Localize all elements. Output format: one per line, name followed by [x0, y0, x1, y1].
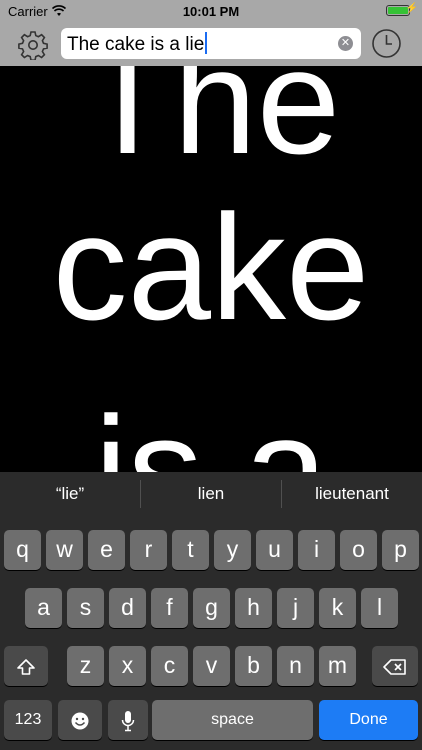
- clear-icon[interactable]: ✕: [338, 36, 353, 51]
- text-input-value: The cake is a lie: [67, 34, 205, 55]
- charging-icon: ⚡: [405, 3, 418, 14]
- key-r[interactable]: r: [130, 530, 167, 570]
- key-l[interactable]: l: [361, 588, 398, 628]
- key-u[interactable]: u: [256, 530, 293, 570]
- suggestion-item[interactable]: lien: [141, 472, 281, 516]
- key-z[interactable]: z: [67, 646, 104, 686]
- key-g[interactable]: g: [193, 588, 230, 628]
- done-button[interactable]: Done: [319, 700, 418, 740]
- shift-key[interactable]: [4, 646, 48, 686]
- big-text-display: The cake is a: [0, 66, 422, 476]
- key-j[interactable]: j: [277, 588, 314, 628]
- key-t[interactable]: t: [172, 530, 209, 570]
- text-caret: [205, 32, 208, 54]
- keyboard: q w e r t y u i o p a s d f g h j k l z …: [0, 516, 422, 750]
- microphone-icon: [121, 710, 135, 732]
- key-n[interactable]: n: [277, 646, 314, 686]
- display-line-2: cake: [52, 183, 370, 351]
- key-x[interactable]: x: [109, 646, 146, 686]
- key-f[interactable]: f: [151, 588, 188, 628]
- key-o[interactable]: o: [340, 530, 377, 570]
- suggestion-item[interactable]: lieutenant: [282, 472, 422, 516]
- key-d[interactable]: d: [109, 588, 146, 628]
- backspace-icon: [383, 659, 406, 675]
- display-line-1: The: [81, 66, 341, 185]
- emoji-icon: [71, 712, 89, 730]
- numbers-key[interactable]: 123: [4, 700, 52, 740]
- key-a[interactable]: a: [25, 588, 62, 628]
- suggestion-bar: “lie” lien lieutenant: [0, 472, 422, 516]
- key-v[interactable]: v: [193, 646, 230, 686]
- display-line-3: is a: [94, 385, 328, 476]
- shift-icon: [17, 659, 35, 675]
- key-y[interactable]: y: [214, 530, 251, 570]
- key-m[interactable]: m: [319, 646, 356, 686]
- clock-icon[interactable]: [371, 28, 402, 59]
- key-w[interactable]: w: [46, 530, 83, 570]
- key-i[interactable]: i: [298, 530, 335, 570]
- key-h[interactable]: h: [235, 588, 272, 628]
- text-input-value-wrap: The cake is a lie: [67, 32, 208, 56]
- space-key[interactable]: space: [152, 700, 313, 740]
- gear-icon[interactable]: [18, 30, 48, 60]
- key-b[interactable]: b: [235, 646, 272, 686]
- key-c[interactable]: c: [151, 646, 188, 686]
- text-input[interactable]: The cake is a lie ✕: [61, 28, 361, 59]
- key-s[interactable]: s: [67, 588, 104, 628]
- key-e[interactable]: e: [88, 530, 125, 570]
- key-k[interactable]: k: [319, 588, 356, 628]
- top-toolbar: The cake is a lie ✕: [0, 22, 422, 66]
- status-time: 10:01 PM: [182, 4, 240, 19]
- emoji-key[interactable]: [58, 700, 102, 740]
- key-p[interactable]: p: [382, 530, 419, 570]
- suggestion-item[interactable]: “lie”: [0, 472, 140, 516]
- dictation-key[interactable]: [108, 700, 148, 740]
- status-bar: Carrier 10:01 PM ⚡: [0, 0, 422, 22]
- delete-key[interactable]: [372, 646, 418, 686]
- key-q[interactable]: q: [4, 530, 41, 570]
